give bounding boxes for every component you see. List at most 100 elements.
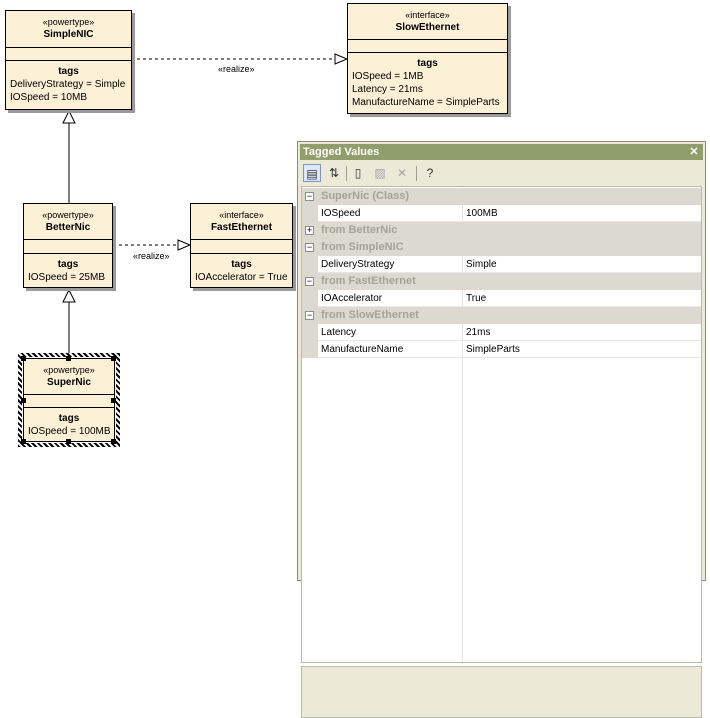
tags-title: tags <box>58 66 79 77</box>
tag-row-manufacturename[interactable]: ManufactureName SimpleParts <box>302 341 701 358</box>
generalization-arrowhead-lower <box>62 288 76 303</box>
tags-title: tags <box>58 413 80 424</box>
edit-tag-icon[interactable]: ▨ <box>371 164 389 182</box>
sort-az-icon[interactable]: ⇅ <box>325 164 343 182</box>
tag-row-ioaccelerator[interactable]: IOAccelerator True <box>302 290 701 307</box>
tags-title: tags <box>57 259 79 270</box>
group-label: from FastEthernet <box>321 275 416 287</box>
categorize-icon[interactable]: ▤ <box>303 164 321 182</box>
tag-value[interactable]: SimpleParts <box>466 341 520 358</box>
class-slowethernet-header: «interface» SlowEthernet <box>348 4 507 40</box>
tagged-values-panel: Tagged Values ✕ ▤ ⇅ ▯ ▨ ✕ ? − SuperNic (… <box>297 141 706 718</box>
class-fastethernet-header: «interface» FastEthernet <box>191 204 292 240</box>
resize-handle-nw[interactable] <box>21 356 26 361</box>
toolbar-separator <box>346 166 347 181</box>
group-row-betternic[interactable]: + from BetterNic <box>302 222 701 239</box>
stereotype-label: «powertype» <box>42 210 94 220</box>
tag-row: DeliveryStrategy = Simple <box>10 79 126 90</box>
resize-handle-e[interactable] <box>111 398 116 403</box>
collapse-icon[interactable]: − <box>305 277 314 286</box>
group-row-fastethernet[interactable]: − from FastEthernet <box>302 273 701 290</box>
tag-row-iospeed[interactable]: IOSpeed 100MB <box>302 205 701 222</box>
class-betternic-header: «powertype» BetterNic <box>24 204 112 240</box>
tags-title: tags <box>231 259 252 270</box>
tag-value[interactable]: 21ms <box>466 324 490 341</box>
help-icon[interactable]: ? <box>421 164 439 182</box>
resize-handle-sw[interactable] <box>21 439 26 444</box>
row-gutter <box>302 341 318 358</box>
tag-row: ManufactureName = SimpleParts <box>352 97 500 108</box>
tag-row: IOSpeed = 10MB <box>10 92 87 103</box>
class-name: FastEthernet <box>210 222 273 233</box>
tags-compartment: tags IOSpeed = 25MB <box>24 254 112 284</box>
new-tag-icon[interactable]: ▯ <box>349 164 367 182</box>
class-fastethernet[interactable]: «interface» FastEthernet tags IOAccelera… <box>190 203 293 288</box>
class-name: SlowEthernet <box>395 22 460 33</box>
delete-tag-icon[interactable]: ✕ <box>393 164 411 182</box>
group-row-simplenic[interactable]: − from SimpleNIC <box>302 239 701 256</box>
tags-compartment: tags DeliveryStrategy = Simple IOSpeed =… <box>6 61 131 104</box>
row-gutter <box>302 290 318 307</box>
tag-notes-area[interactable] <box>301 666 702 718</box>
collapse-icon[interactable]: − <box>305 243 314 252</box>
resize-handle-n[interactable] <box>66 356 71 361</box>
realize-label-top: «realize» <box>218 64 255 74</box>
class-supernic[interactable]: «powertype» SuperNic tags IOSpeed = 100M… <box>23 358 115 442</box>
group-row-slowethernet[interactable]: − from SlowEthernet <box>302 307 701 324</box>
resize-handle-se[interactable] <box>111 439 116 444</box>
collapse-icon[interactable]: − <box>305 311 314 320</box>
tag-row: Latency = 21ms <box>352 84 423 95</box>
attributes-compartment <box>6 48 131 61</box>
collapse-icon[interactable]: − <box>305 192 314 201</box>
attributes-compartment <box>348 40 507 53</box>
tag-row: IOSpeed = 1MB <box>352 71 424 82</box>
tag-name: ManufactureName <box>321 344 404 355</box>
expand-icon[interactable]: + <box>305 226 314 235</box>
attributes-compartment <box>24 240 112 254</box>
row-gutter <box>302 205 318 222</box>
group-row-supernic[interactable]: − SuperNic (Class) <box>302 188 701 205</box>
toolbar-separator <box>416 166 417 181</box>
tag-name: IOAccelerator <box>321 293 383 304</box>
stereotype-label: «interface» <box>219 210 264 220</box>
class-name: SimpleNIC <box>43 29 94 40</box>
stereotype-label: «powertype» <box>43 365 95 375</box>
stereotype-label: «interface» <box>405 10 450 20</box>
group-label: from SlowEthernet <box>321 309 419 321</box>
attributes-compartment <box>24 395 114 408</box>
class-simplenic[interactable]: «powertype» SimpleNIC tags DeliveryStrat… <box>5 10 132 110</box>
attributes-compartment <box>191 240 292 254</box>
tag-value[interactable]: 100MB <box>466 205 498 222</box>
tag-row-deliverystrategy[interactable]: DeliveryStrategy Simple <box>302 256 701 273</box>
panel-title: Tagged Values <box>303 146 380 158</box>
panel-titlebar[interactable]: Tagged Values ✕ <box>300 144 703 160</box>
panel-toolbar: ▤ ⇅ ▯ ▨ ✕ ? <box>301 163 702 183</box>
row-gutter <box>302 324 318 341</box>
generalization-arrowhead-upper <box>62 109 76 124</box>
class-name: BetterNic <box>45 222 91 233</box>
tags-compartment: tags IOAccelerator = True <box>191 254 292 284</box>
class-simplenic-header: «powertype» SimpleNIC <box>6 11 131 48</box>
realize-arrowhead-top <box>334 53 349 65</box>
tags-compartment: tags IOSpeed = 100MB <box>24 408 114 438</box>
realize-arrowhead-mid <box>177 239 192 251</box>
stereotype-label: «powertype» <box>42 17 95 27</box>
resize-handle-s[interactable] <box>66 439 71 444</box>
tags-compartment: tags IOSpeed = 1MB Latency = 21ms Manufa… <box>348 53 507 109</box>
tag-value[interactable]: True <box>466 290 486 307</box>
tag-row: IOAccelerator = True <box>195 272 288 283</box>
tag-row: IOSpeed = 100MB <box>28 426 111 437</box>
class-betternic[interactable]: «powertype» BetterNic tags IOSpeed = 25M… <box>23 203 113 288</box>
tag-name: Latency <box>321 327 357 338</box>
tag-row-latency[interactable]: Latency 21ms <box>302 324 701 341</box>
close-icon[interactable]: ✕ <box>688 144 700 160</box>
group-label: from BetterNic <box>321 224 398 236</box>
tag-row: IOSpeed = 25MB <box>28 272 105 283</box>
tag-value[interactable]: Simple <box>466 256 497 273</box>
class-supernic-header: «powertype» SuperNic <box>24 359 114 395</box>
resize-handle-w[interactable] <box>21 398 26 403</box>
tag-name: IOSpeed <box>321 208 361 219</box>
class-name: SuperNic <box>47 377 91 388</box>
class-slowethernet[interactable]: «interface» SlowEthernet tags IOSpeed = … <box>347 3 508 114</box>
resize-handle-ne[interactable] <box>111 356 116 361</box>
